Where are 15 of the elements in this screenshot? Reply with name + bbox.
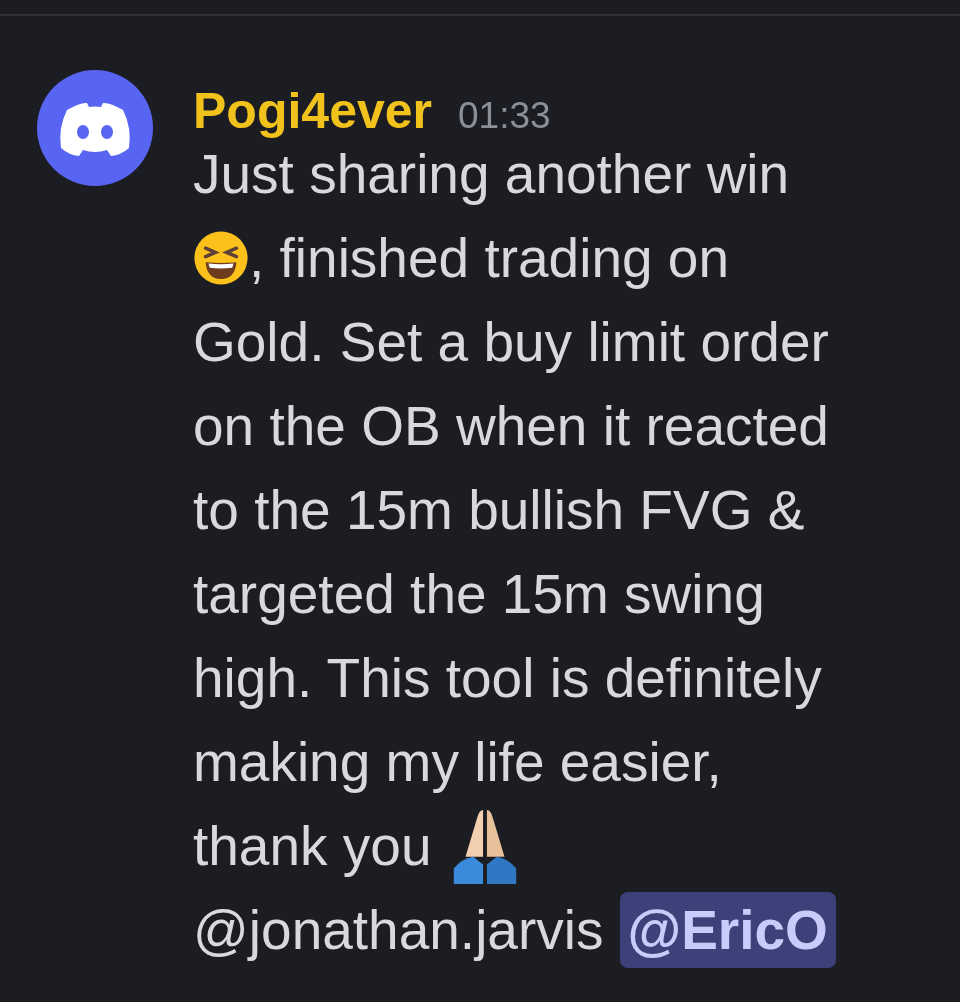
message-text: targeted the 15m swing: [193, 562, 765, 627]
message-text: making my life easier,: [193, 730, 722, 795]
message-text: high. This tool is definitely: [193, 646, 822, 711]
avatar-icon[interactable]: [37, 70, 153, 186]
laughing-face-icon: [193, 230, 249, 286]
message-text: , finished trading on: [249, 226, 730, 291]
user-mention[interactable]: @jonathan.jarvis: [193, 888, 604, 972]
message-text: on the OB when it reacted: [193, 394, 829, 459]
message-text: Gold. Set a buy limit order: [193, 310, 829, 375]
message-text: Just sharing another win: [193, 142, 790, 207]
message-text: to the 15m bullish FVG &: [193, 478, 805, 543]
username[interactable]: Pogi4ever: [193, 82, 432, 140]
message-text: thank you: [193, 814, 432, 879]
timestamp: 01:33: [458, 95, 551, 137]
user-mention[interactable]: @EricO: [619, 892, 836, 968]
